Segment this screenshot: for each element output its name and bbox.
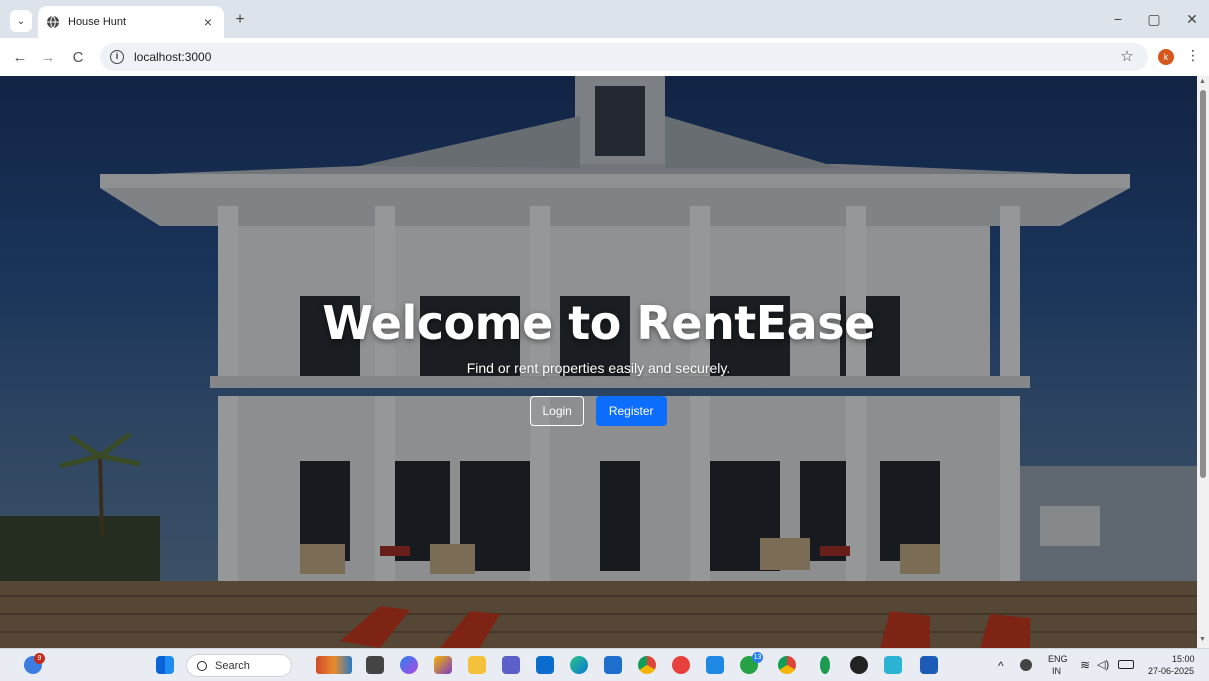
outlook-icon[interactable] xyxy=(536,656,554,674)
hero-buttons: Login Register xyxy=(0,396,1197,426)
git-icon[interactable] xyxy=(884,656,902,674)
file-explorer-icon[interactable] xyxy=(366,656,384,674)
browser-tab[interactable]: House Hunt × xyxy=(38,6,224,38)
volume-icon[interactable]: ◁) xyxy=(1097,658,1109,671)
weather-badge: 9 xyxy=(34,653,45,664)
forward-button[interactable]: → xyxy=(38,47,58,67)
chrome-profile-icon[interactable] xyxy=(778,656,796,674)
maximize-button[interactable]: ▢ xyxy=(1140,8,1168,30)
url-text[interactable]: localhost:3000 xyxy=(134,50,211,64)
vscode-icon[interactable] xyxy=(706,656,724,674)
paint-icon[interactable] xyxy=(434,656,452,674)
hero-content: Welcome to RentEase Find or rent propert… xyxy=(0,296,1197,426)
browser-window: ⌄ House Hunt × + − ▢ ✕ ← → C i localhost… xyxy=(0,0,1209,681)
taskbar-search-box[interactable]: Search xyxy=(186,654,292,677)
search-icon xyxy=(197,660,207,671)
hero-title: Welcome to RentEase xyxy=(322,296,875,350)
clock-date[interactable]: 27-06-2025 xyxy=(1148,666,1194,676)
page-scrollbar[interactable]: ▲ ▼ xyxy=(1197,76,1209,648)
clock-time[interactable]: 15:00 xyxy=(1172,654,1195,664)
windows-taskbar: 9 Search 13 ^ ENG IN ≋ ◁) 15:00 27-06-20… xyxy=(0,648,1209,681)
site-info-icon[interactable]: i xyxy=(110,50,124,64)
word-icon[interactable] xyxy=(920,656,938,674)
teams-icon[interactable] xyxy=(502,656,520,674)
minimize-button[interactable]: − xyxy=(1104,8,1132,30)
chrome-icon[interactable] xyxy=(638,656,656,674)
tab-close-icon[interactable]: × xyxy=(200,14,216,30)
tab-search-button[interactable]: ⌄ xyxy=(10,10,32,32)
scroll-up-arrow-icon[interactable]: ▲ xyxy=(1199,78,1206,85)
close-window-button[interactable]: ✕ xyxy=(1178,8,1206,30)
tray-app-icon[interactable] xyxy=(1020,659,1032,671)
tab-strip: ⌄ House Hunt × + − ▢ ✕ xyxy=(0,0,1209,38)
battery-icon[interactable] xyxy=(1118,660,1134,669)
folder-icon[interactable] xyxy=(468,656,486,674)
tab-title: House Hunt xyxy=(68,16,127,28)
hero-section: Welcome to RentEase Find or rent propert… xyxy=(0,76,1197,648)
hero-subtitle: Find or rent properties easily and secur… xyxy=(466,360,731,376)
mongodb-icon[interactable] xyxy=(820,656,830,674)
reload-button[interactable]: C xyxy=(68,47,88,67)
scrollbar-thumb[interactable] xyxy=(1200,90,1206,478)
wps-icon[interactable] xyxy=(672,656,690,674)
browser-toolbar: ← → C i localhost:3000 ☆ k ⋮ xyxy=(0,38,1209,76)
windows-start-icon[interactable] xyxy=(156,656,174,674)
wifi-icon[interactable]: ≋ xyxy=(1080,658,1090,672)
language-bottom[interactable]: IN xyxy=(1052,666,1061,676)
edge-icon[interactable] xyxy=(570,656,588,674)
whatsapp-badge: 13 xyxy=(752,652,763,663)
globe-icon xyxy=(47,15,59,29)
bookmark-star-icon[interactable]: ☆ xyxy=(1117,47,1137,67)
browser-menu-icon[interactable]: ⋮ xyxy=(1186,47,1200,67)
store-icon[interactable] xyxy=(604,656,622,674)
register-button[interactable]: Register xyxy=(595,396,667,426)
login-button[interactable]: Login xyxy=(530,396,584,426)
new-tab-button[interactable]: + xyxy=(230,10,250,30)
scroll-down-arrow-icon[interactable]: ▼ xyxy=(1199,636,1206,643)
back-button[interactable]: ← xyxy=(10,47,30,67)
address-bar[interactable]: i localhost:3000 xyxy=(100,43,1148,71)
taskbar-search-label: Search xyxy=(215,659,250,672)
profile-avatar[interactable]: k xyxy=(1158,49,1174,65)
language-top[interactable]: ENG xyxy=(1048,654,1068,664)
media-player-icon[interactable] xyxy=(850,656,868,674)
chevron-down-icon: ⌄ xyxy=(16,15,26,27)
people-icon[interactable] xyxy=(316,656,352,674)
page-viewport: Welcome to RentEase Find or rent propert… xyxy=(0,76,1209,648)
tray-overflow-chevron-icon[interactable]: ^ xyxy=(998,659,1004,673)
copilot-icon[interactable] xyxy=(400,656,418,674)
